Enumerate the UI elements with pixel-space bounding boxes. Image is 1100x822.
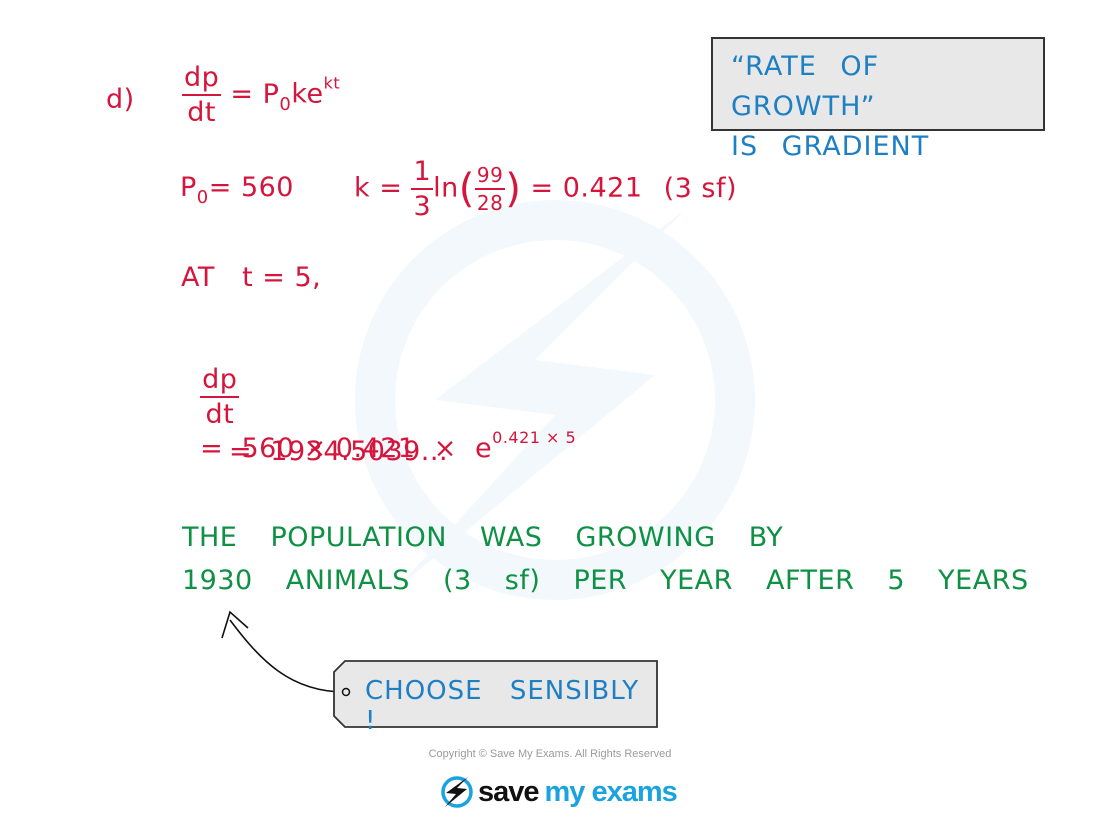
sf-note: (3 sf) bbox=[663, 172, 738, 204]
equals-sign: = bbox=[230, 78, 254, 110]
condition-t: AT t = 5, bbox=[181, 262, 322, 293]
k-value: k = 1 3 ln( 99 28 ) = 0.421 (3 sf) bbox=[354, 156, 738, 222]
logo-word-save: save bbox=[478, 775, 540, 808]
ke-term: ke bbox=[291, 78, 324, 110]
conclusion-line-2: 1930 ANIMALS (3 sf) PER YEAR AFTER 5 YEA… bbox=[182, 565, 1029, 596]
fraction-dp-dt-2: dp dt bbox=[200, 364, 240, 430]
lightning-bolt-icon bbox=[441, 776, 473, 808]
ln-label: ln bbox=[433, 172, 459, 204]
substitution-exponent: 0.421 × 5 bbox=[492, 428, 577, 447]
numerator: dp bbox=[182, 64, 222, 96]
exponent: kt bbox=[323, 73, 341, 93]
note-box: “RATE OF GROWTH” IS GRADIENT bbox=[711, 37, 1045, 162]
fraction-one-third: 1 3 bbox=[411, 156, 434, 222]
equation-derivative: dp dt = P0kekt bbox=[182, 64, 340, 126]
tag-label: CHOOSE SENSIBLY ! bbox=[365, 676, 640, 736]
result-value: = 1934.5039... bbox=[229, 436, 449, 467]
k-result: = 0.421 bbox=[530, 172, 643, 204]
p0-value: P0= 560 bbox=[180, 172, 294, 208]
choose-sensibly-tag: CHOOSE SENSIBLY ! bbox=[333, 660, 659, 736]
fraction-dp-dt: dp dt bbox=[182, 64, 222, 128]
copyright-text: Copyright © Save My Exams. All Rights Re… bbox=[428, 748, 672, 760]
note-line-2: IS GRADIENT bbox=[731, 131, 930, 162]
part-label: d) bbox=[106, 84, 135, 115]
denominator: dt bbox=[187, 97, 216, 128]
logo-word-myexams: my exams bbox=[544, 775, 678, 808]
save-my-exams-logo: save my exams bbox=[440, 772, 678, 812]
p-naught: P0 bbox=[262, 78, 292, 115]
fraction-99-28: 99 28 bbox=[474, 163, 506, 215]
conclusion-line-1: THE POPULATION WAS GROWING BY bbox=[182, 522, 784, 553]
k-label: k = bbox=[354, 172, 403, 204]
note-line-1: “RATE OF GROWTH” bbox=[731, 51, 880, 122]
